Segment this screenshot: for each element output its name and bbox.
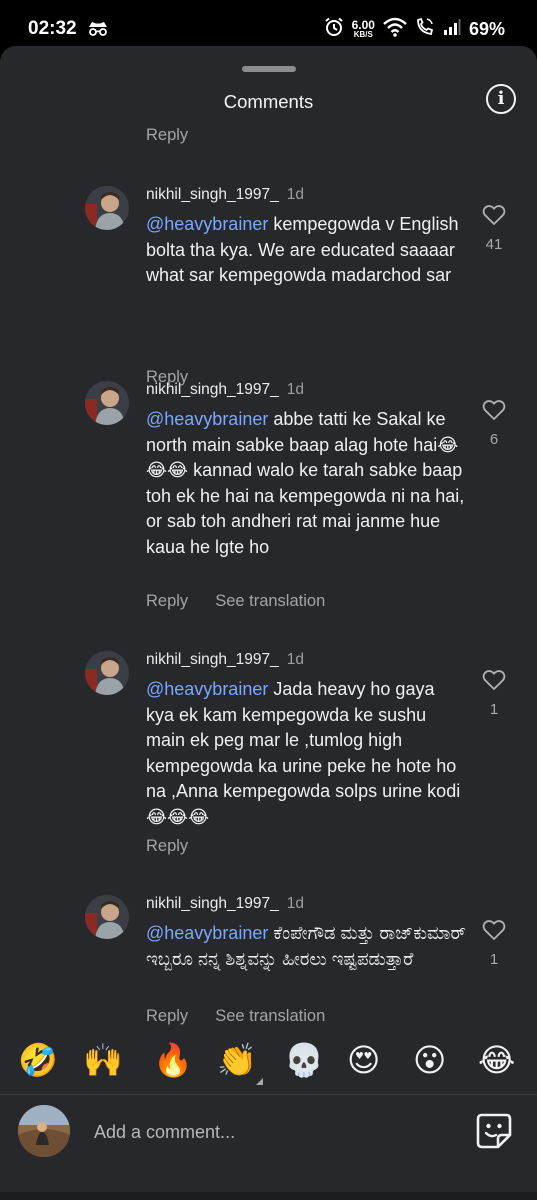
- mention-link[interactable]: @heavybrainer: [146, 923, 268, 943]
- bottom-preview-strip: [0, 1192, 537, 1200]
- comment-actions: Reply See translation: [146, 1007, 325, 1026]
- heart-outline-icon[interactable]: [482, 205, 506, 230]
- see-translation-button[interactable]: See translation: [215, 1007, 325, 1025]
- reply-button[interactable]: Reply: [146, 837, 188, 855]
- status-time: 02:32: [28, 18, 77, 39]
- add-comment-input[interactable]: [94, 1118, 414, 1146]
- emoji-surprised[interactable]: 😮: [413, 1040, 446, 1080]
- like-control: 41: [482, 204, 506, 253]
- avatar[interactable]: [85, 186, 129, 230]
- heart-outline-icon[interactable]: [482, 400, 506, 425]
- comment-text: @heavybrainer Jada heavy ho gaya kya ek …: [146, 677, 466, 830]
- mention-link[interactable]: @heavybrainer: [146, 409, 268, 429]
- sticker-icon[interactable]: [474, 1111, 514, 1156]
- like-count: 6: [489, 431, 499, 448]
- battery-level: 69%: [468, 19, 505, 39]
- heart-outline-icon[interactable]: [482, 920, 506, 945]
- comment-header: nikhil_singh_1997_ 1d: [146, 651, 304, 669]
- see-translation-button[interactable]: See translation: [215, 592, 325, 610]
- reply-button[interactable]: Reply: [146, 1007, 188, 1025]
- emoji-reaction-bar: 🤣 🙌 🔥 👏 💀 😍 😮 😂: [0, 1040, 537, 1092]
- like-count: 1: [489, 951, 499, 968]
- emoji-fire[interactable]: 🔥: [153, 1040, 193, 1080]
- emoji-skull[interactable]: 💀: [284, 1040, 324, 1080]
- net-speed: 6.00 KB/S: [351, 17, 375, 39]
- current-user-avatar: [18, 1105, 70, 1157]
- comment-header: nikhil_singh_1997_ 1d: [146, 895, 304, 913]
- emoji-raised-hands[interactable]: 🙌: [83, 1040, 123, 1080]
- comment-time: 1d: [286, 651, 304, 668]
- avatar[interactable]: [85, 381, 129, 425]
- comment-header: nikhil_singh_1997_ 1d: [146, 381, 304, 399]
- emoji-rofl[interactable]: 🤣: [18, 1040, 58, 1080]
- mention-link[interactable]: @heavybrainer: [146, 679, 268, 699]
- wifi-icon: [383, 17, 407, 42]
- avatar[interactable]: [85, 651, 129, 695]
- comment-time: 1d: [286, 186, 304, 203]
- reply-button[interactable]: Reply: [146, 592, 188, 610]
- like-count: 41: [485, 236, 503, 253]
- comment-time: 1d: [286, 895, 304, 912]
- sheet-title: Comments: [223, 91, 314, 112]
- reply-button[interactable]: Reply: [146, 126, 188, 145]
- comment-actions: Reply See translation: [146, 592, 325, 611]
- comment-time: 1d: [286, 381, 304, 398]
- comment-text: @heavybrainer abbe tatti ke Sakal ke nor…: [146, 407, 466, 560]
- status-bar: 02:32 6.00 KB/S 69%: [0, 0, 537, 52]
- skin-tone-indicator: [256, 1078, 263, 1085]
- comment-body: Jada heavy ho gaya kya ek kam kempegowda…: [146, 679, 461, 827]
- info-icon[interactable]: i: [486, 84, 516, 114]
- like-control: 1: [482, 919, 506, 968]
- mention-link[interactable]: @heavybrainer: [146, 214, 268, 234]
- avatar[interactable]: [85, 895, 129, 939]
- comment-text: @heavybrainer kempegowda v English bolta…: [146, 212, 466, 289]
- divider: [0, 1094, 537, 1095]
- comments-sheet: Comments i Reply nikhil_singh_1997_ 1d @h…: [0, 46, 537, 1200]
- username[interactable]: nikhil_singh_1997_: [146, 895, 279, 912]
- comment-body: abbe tatti ke Sakal ke north main sabke …: [146, 409, 465, 557]
- alarm-icon: [324, 17, 344, 42]
- wifi-call-icon: [415, 17, 435, 42]
- username[interactable]: nikhil_singh_1997_: [146, 186, 279, 203]
- like-control: 6: [482, 399, 506, 448]
- emoji-joy[interactable]: 😂: [478, 1040, 515, 1080]
- like-count: 1: [489, 701, 499, 718]
- drag-handle[interactable]: [242, 66, 296, 72]
- comment-text: @heavybrainer ಕೆಂಪೇಗೌಡ ಮತ್ತು ರಾಜ್‌ಕುಮಾರ್…: [146, 921, 466, 972]
- signal-icon: [443, 18, 461, 41]
- comment-actions: Reply: [146, 837, 188, 856]
- emoji-clapping[interactable]: 👏: [217, 1040, 257, 1080]
- username[interactable]: nikhil_singh_1997_: [146, 651, 279, 668]
- username[interactable]: nikhil_singh_1997_: [146, 381, 279, 398]
- emoji-heart-eyes[interactable]: 😍: [347, 1040, 380, 1080]
- heart-outline-icon[interactable]: [482, 670, 506, 695]
- incognito-icon: [86, 20, 110, 41]
- comment-header: nikhil_singh_1997_ 1d: [146, 186, 304, 204]
- like-control: 1: [482, 669, 506, 718]
